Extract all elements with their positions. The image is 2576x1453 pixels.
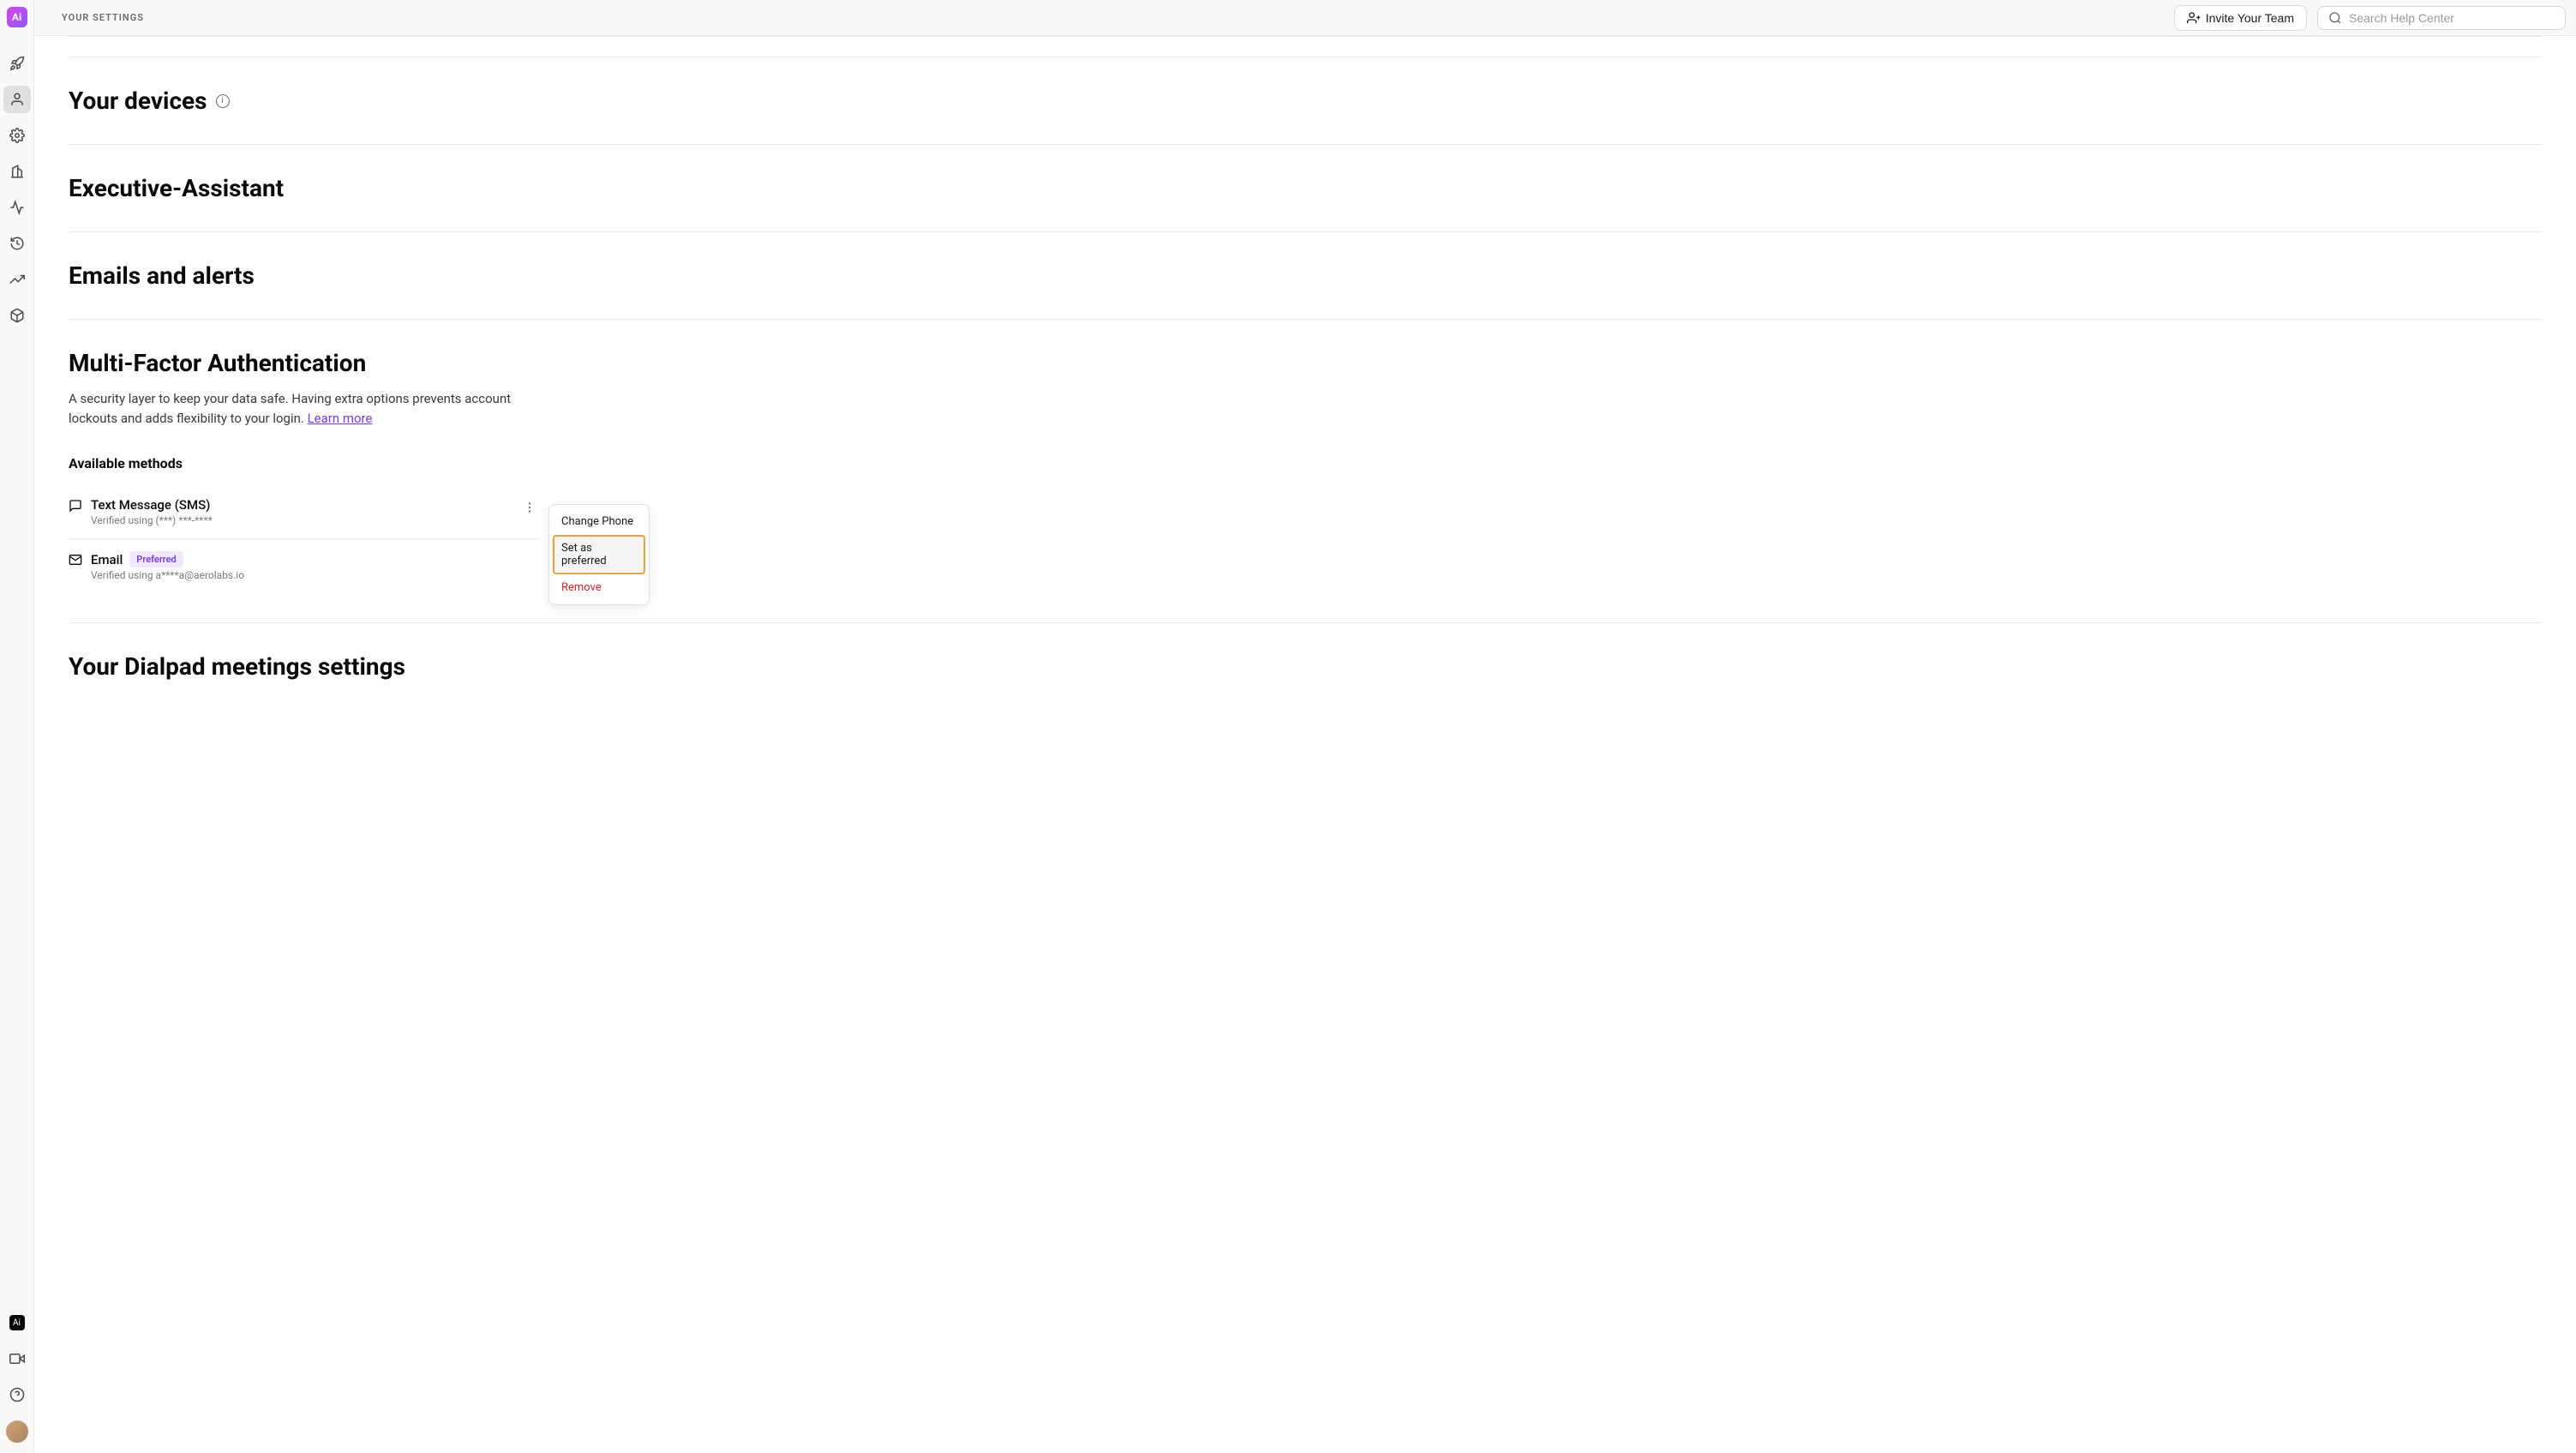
help-icon[interactable] <box>3 1381 31 1408</box>
invite-team-button[interactable]: Invite Your Team <box>2174 5 2307 31</box>
method-sms-subtitle: Verified using (***) ***-**** <box>91 514 519 526</box>
section-heading-meetings: Your Dialpad meetings settings <box>69 652 2542 681</box>
dropdown-remove[interactable]: Remove <box>553 574 645 601</box>
mfa-description: A security layer to keep your data safe.… <box>69 389 540 428</box>
app-logo[interactable]: Ai <box>7 7 27 27</box>
section-meetings: Your Dialpad meetings settings <box>69 622 2542 710</box>
trending-icon[interactable] <box>3 266 31 293</box>
invite-label: Invite Your Team <box>2206 11 2294 25</box>
available-methods-heading: Available methods <box>69 455 2542 471</box>
search-input[interactable] <box>2349 11 2555 25</box>
rocket-icon[interactable] <box>3 50 31 77</box>
preferred-badge: Preferred <box>129 551 183 567</box>
method-sms-title: Text Message (SMS) <box>91 497 210 513</box>
more-vertical-icon <box>523 501 536 514</box>
dropdown-set-preferred[interactable]: Set as preferred <box>553 535 645 574</box>
section-heading-assistant: Executive-Assistant <box>69 174 2542 202</box>
section-devices: Your devices i <box>69 57 2542 144</box>
video-icon[interactable] <box>3 1345 31 1372</box>
learn-more-link[interactable]: Learn more <box>308 411 373 426</box>
section-heading-devices: Your devices i <box>69 87 2542 115</box>
dropdown-change-phone[interactable]: Change Phone <box>553 508 645 535</box>
building-icon[interactable] <box>3 158 31 185</box>
method-sms-more[interactable] <box>519 497 540 521</box>
ai-logo-icon[interactable]: Ai <box>3 1309 31 1336</box>
gear-icon[interactable] <box>3 122 31 149</box>
activity-icon[interactable] <box>3 194 31 221</box>
search-icon <box>2328 11 2342 25</box>
method-sms: Text Message (SMS) Verified using (***) … <box>69 485 540 539</box>
page-title: YOUR SETTINGS <box>45 12 144 23</box>
section-heading-emails: Emails and alerts <box>69 261 2542 290</box>
section-heading-mfa: Multi-Factor Authentication <box>69 349 2542 377</box>
message-icon <box>69 499 82 513</box>
info-icon[interactable]: i <box>216 94 230 108</box>
dropdown-menu: Change Phone Set as preferred Remove <box>548 504 650 605</box>
method-list: Text Message (SMS) Verified using (***) … <box>69 485 540 593</box>
content-area: Your devices i Executive-Assistant Email… <box>34 36 2576 1453</box>
header: YOUR SETTINGS Invite Your Team <box>34 0 2576 36</box>
logo-text: Ai <box>12 11 21 23</box>
mail-icon <box>69 553 82 567</box>
section-emails: Emails and alerts <box>69 231 2542 319</box>
method-email: Email Preferred Verified using a****a@ae… <box>69 539 540 593</box>
sidebar: Ai <box>0 0 34 1453</box>
avatar[interactable] <box>6 1420 28 1443</box>
user-plus-icon <box>2187 11 2201 25</box>
search-container[interactable] <box>2317 6 2566 30</box>
method-email-title: Email <box>91 552 123 567</box>
section-mfa: Multi-Factor Authentication A security l… <box>69 319 2542 622</box>
user-icon[interactable] <box>3 86 31 113</box>
history-icon[interactable] <box>3 230 31 257</box>
box-icon[interactable] <box>3 302 31 329</box>
section-assistant: Executive-Assistant <box>69 144 2542 231</box>
method-email-subtitle: Verified using a****a@aerolabs.io <box>91 569 540 581</box>
